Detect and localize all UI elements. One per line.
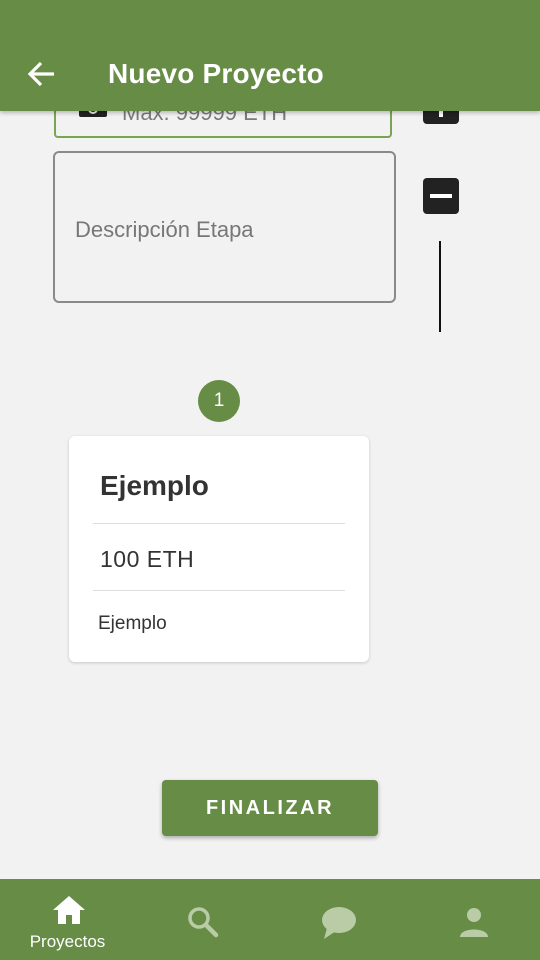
back-button[interactable] <box>24 56 60 92</box>
stepper-connector-line <box>439 241 441 332</box>
app-bar: Nuevo Proyecto <box>0 0 540 111</box>
card-divider <box>93 523 345 524</box>
remove-stage-button[interactable] <box>423 178 459 214</box>
home-icon <box>53 896 85 924</box>
stage-card: Ejemplo 100 ETH Ejemplo <box>69 436 369 662</box>
scroll-content[interactable]: Max. 99999 ETH Descripción Etapa 1 Ejemp… <box>0 0 540 880</box>
card-divider <box>93 590 345 591</box>
step-number-badge: 1 <box>198 380 240 422</box>
nav-item-search[interactable] <box>135 879 270 960</box>
stage-description-input[interactable]: Descripción Etapa <box>53 151 396 303</box>
nav-label-proyectos: Proyectos <box>29 932 106 951</box>
arrow-left-icon <box>27 61 54 87</box>
person-icon <box>460 908 488 937</box>
nav-item-profile[interactable] <box>405 879 540 960</box>
search-icon <box>188 907 219 938</box>
stage-title: Ejemplo <box>100 470 209 501</box>
nav-item-proyectos[interactable]: Proyectos <box>0 879 135 960</box>
stage-amount: 100 ETH <box>100 546 195 572</box>
description-placeholder: Descripción Etapa <box>75 217 254 242</box>
bottom-navigation: Proyectos <box>0 879 540 960</box>
nav-item-messages[interactable] <box>270 879 405 960</box>
finish-button[interactable]: FINALIZAR <box>162 780 378 836</box>
chat-icon <box>322 907 356 939</box>
stage-description: Ejemplo <box>98 613 167 634</box>
page-title: Nuevo Proyecto <box>108 58 324 89</box>
minus-icon <box>430 194 452 198</box>
